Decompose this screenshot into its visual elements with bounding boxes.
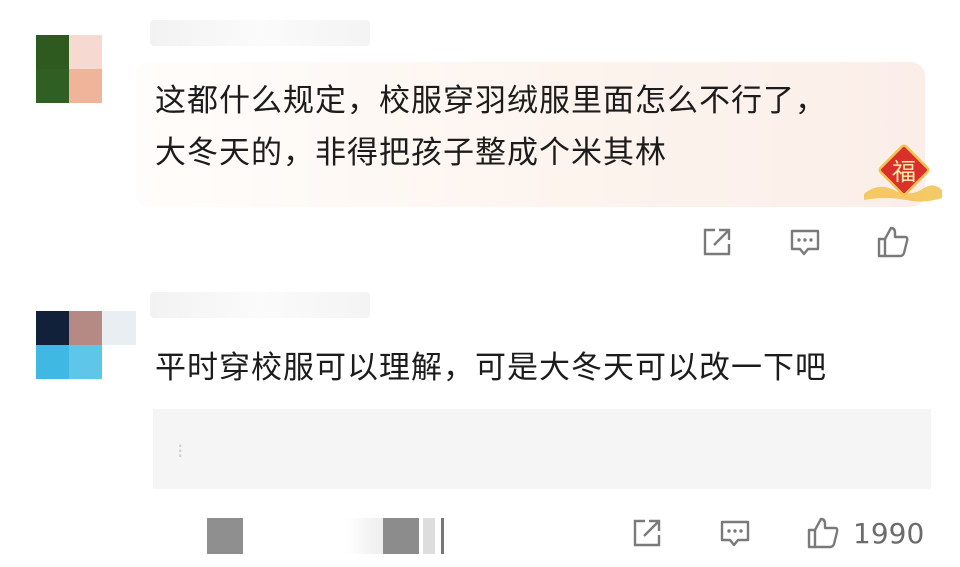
comment-icon — [720, 520, 750, 547]
thumbs-up-icon — [807, 517, 839, 549]
comment-text-line: 这都什么规定，校服穿羽绒服里面怎么不行了， — [155, 83, 827, 119]
share-button[interactable] — [697, 222, 737, 262]
avatar-pixel — [36, 35, 69, 69]
share-icon — [633, 519, 661, 547]
like-button[interactable] — [873, 222, 913, 262]
username-obscured — [150, 292, 370, 318]
obscured-block — [441, 518, 444, 554]
reply-button[interactable] — [715, 513, 755, 553]
comment-actions — [697, 222, 913, 262]
obscured-block — [345, 518, 383, 554]
avatar-pixel — [36, 311, 69, 345]
like-count: 1990 — [853, 516, 925, 550]
avatar-pixel — [69, 311, 102, 345]
quote-placeholder-mark: ⁝ — [177, 439, 184, 463]
comment-icon — [790, 229, 820, 256]
share-button[interactable] — [627, 513, 667, 553]
fu-badge-text: 福 — [892, 158, 916, 186]
avatar-pixel — [69, 35, 102, 69]
comment-actions: 1990 — [627, 513, 924, 553]
avatar-pixel — [69, 69, 102, 103]
avatar-pixel — [36, 69, 69, 103]
like-button[interactable] — [803, 513, 843, 553]
obscured-block — [207, 518, 243, 554]
comment-text-line: 大冬天的，非得把孩子整成个米其林 — [155, 135, 667, 171]
comment-text-line: 平时穿校服可以理解，可是大冬天可以改一下吧 — [155, 350, 827, 386]
quoted-reply-obscured[interactable]: ⁝ — [153, 409, 931, 489]
fu-badge-icon: 福 — [864, 144, 942, 202]
reply-button[interactable] — [785, 222, 825, 262]
avatar[interactable] — [36, 35, 102, 103]
avatar[interactable] — [36, 311, 102, 379]
avatar-edge-blur — [102, 311, 136, 345]
obscured-block — [383, 518, 419, 554]
avatar-pixel — [36, 345, 69, 379]
obscured-block — [423, 518, 435, 554]
thumbs-up-icon — [877, 226, 909, 258]
share-icon — [703, 228, 731, 256]
username-obscured — [150, 20, 370, 46]
avatar-pixel — [69, 345, 102, 379]
